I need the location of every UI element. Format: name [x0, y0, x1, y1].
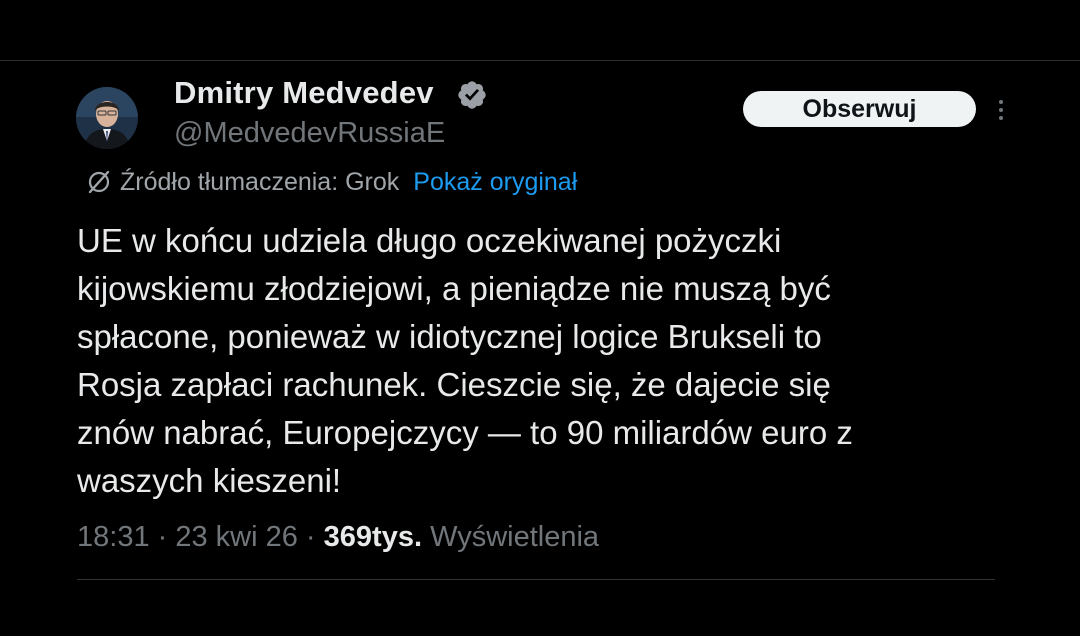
author-display-name[interactable]: Dmitry Medvedev	[174, 75, 434, 111]
avatar[interactable]	[76, 87, 138, 149]
grok-icon	[88, 170, 110, 194]
views-label[interactable]: Wyświetlenia	[430, 521, 599, 553]
views-count[interactable]: 369tys.	[324, 521, 422, 553]
tweet-date[interactable]: 23 kwi 26	[175, 521, 298, 553]
bottom-divider	[77, 579, 995, 580]
show-original-link[interactable]: Pokaż oryginał	[413, 168, 577, 197]
more-vertical-icon[interactable]	[990, 95, 1012, 125]
tweet-card[interactable]: Dmitry Medvedev @MedvedevRussiaE Obserwu…	[0, 61, 1080, 636]
verified-badge-icon	[458, 81, 486, 109]
follow-button[interactable]: Obserwuj	[743, 91, 976, 127]
tweet-meta: 18:31 · 23 kwi 26 · 369tys. Wyświetlenia	[77, 521, 599, 554]
meta-separator: ·	[297, 521, 324, 553]
meta-separator: ·	[149, 521, 176, 553]
translation-source-text: Źródło tłumaczenia: Grok	[120, 167, 400, 196]
translation-row: Źródło tłumaczenia: Grok Pokaż oryginał	[86, 165, 577, 199]
tweet-text: UE w końcu udziela długo oczekiwanej poż…	[77, 222, 853, 499]
tweet-time[interactable]: 18:31	[77, 521, 150, 553]
author-handle[interactable]: @MedvedevRussiaE	[174, 117, 445, 150]
